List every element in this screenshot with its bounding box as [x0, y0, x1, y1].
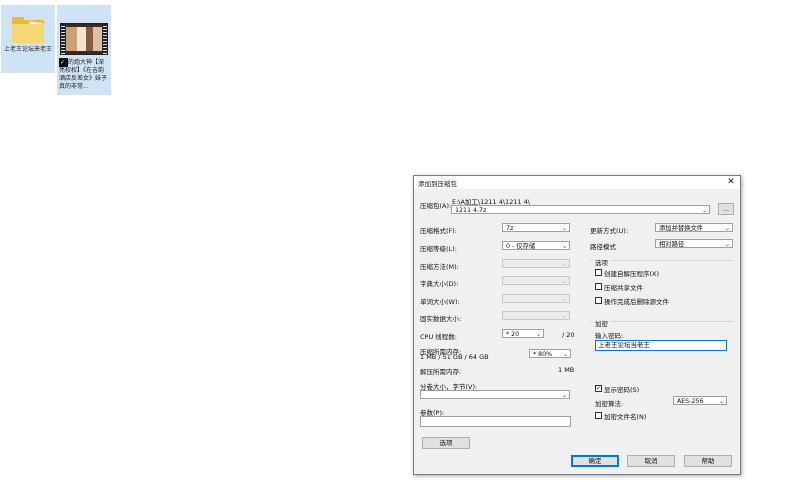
help-button[interactable]: 帮助	[684, 455, 732, 467]
chevron-down-icon: ⌄	[561, 392, 567, 399]
delete-after-checkbox[interactable]	[595, 297, 602, 304]
browse-button[interactable]: ...	[718, 203, 734, 215]
folder-icon	[12, 17, 44, 43]
encrypt-names-label: 加密文件名(N)	[604, 413, 647, 421]
level-select[interactable]: 0 - 仅存储 ⌄	[502, 241, 570, 250]
decomp-value: 1 MB	[558, 366, 575, 374]
encrypt-group-label: 加密	[593, 318, 610, 328]
format-select[interactable]: 7z ⌄	[502, 223, 570, 232]
split-select[interactable]: ⌄	[420, 390, 570, 399]
shared-label: 压缩共享文件	[604, 284, 643, 292]
chevron-down-icon: ⌄	[561, 225, 567, 232]
chevron-down-icon: ⌄	[561, 261, 567, 268]
add-to-archive-dialog: 添加到压缩包 ✕ 压缩包(A): E:\A加工\1211 4\1211 4\ 1…	[413, 175, 741, 475]
algo-value: AES-256	[677, 398, 704, 405]
cancel-button[interactable]: 取消	[627, 455, 675, 467]
chevron-down-icon: ⌄	[561, 313, 567, 320]
decomp-label: 解压所需内存:	[420, 368, 462, 376]
options-group-line	[590, 260, 734, 261]
solid-label: 固实数据大小:	[420, 315, 462, 323]
method-select[interactable]: ⌄	[502, 259, 570, 268]
password-input[interactable]: 上老王论坛当老王	[595, 340, 727, 351]
ok-button[interactable]: 确定	[571, 455, 619, 467]
archive-name-combo[interactable]: 1211 4.7z ⌄	[451, 205, 710, 214]
dialog-title: 添加到压缩包	[418, 180, 457, 188]
encrypt-group-line	[590, 321, 734, 322]
password-label: 输入密码:	[595, 332, 624, 340]
path-mode-label: 路径模式	[590, 243, 616, 251]
folder-label: 上老王论坛来老王	[3, 46, 52, 53]
show-password-checkbox[interactable]: ✓	[595, 385, 602, 392]
word-label: 单词大小(W):	[420, 298, 460, 306]
cpu-value: * 20	[506, 331, 520, 338]
archive-label: 压缩包(A):	[420, 202, 452, 210]
chevron-down-icon: ⌄	[561, 278, 567, 285]
chevron-down-icon: ⌄	[701, 207, 707, 214]
params-input[interactable]	[420, 416, 571, 427]
format-label: 压缩格式(F):	[420, 227, 458, 235]
chevron-down-icon: ⌄	[724, 225, 730, 232]
level-label: 压缩等级(L):	[420, 245, 457, 253]
level-value: 0 - 仅存储	[506, 243, 536, 250]
path-mode-select[interactable]: 相对路径 ⌄	[655, 239, 733, 248]
options-button[interactable]: 选项	[422, 437, 470, 449]
dict-label: 字典大小(D):	[420, 280, 459, 288]
shared-checkbox[interactable]	[595, 283, 602, 290]
sfx-checkbox[interactable]	[595, 269, 602, 276]
checkbox-icon[interactable]: ✓	[59, 58, 68, 67]
chevron-down-icon: ⌄	[561, 243, 567, 250]
update-select[interactable]: 添加并替换文件 ⌄	[655, 223, 733, 232]
mem-detail: 1 MB / 51 GB / 64 GB	[420, 353, 489, 361]
chevron-down-icon: ⌄	[562, 351, 568, 358]
show-password-label: 显示密码(S)	[604, 386, 640, 394]
cpu-max: / 20	[562, 331, 575, 339]
folder-desktop-icon[interactable]: 上老王论坛来老王	[1, 5, 55, 73]
dict-select[interactable]: ⌄	[502, 276, 570, 285]
solid-select[interactable]: ⌄	[502, 311, 570, 320]
cpu-label: CPU 线程数:	[420, 333, 457, 341]
sfx-label: 创建自解压程序(X)	[604, 270, 660, 278]
chevron-down-icon: ⌄	[535, 331, 541, 338]
title-bar[interactable]: 添加到压缩包 ✕	[414, 176, 740, 189]
mem-select[interactable]: * 80% ⌄	[529, 349, 571, 358]
chevron-down-icon: ⌄	[718, 398, 724, 405]
cpu-select[interactable]: * 20 ⌄	[502, 329, 544, 338]
archive-name: 1211 4.7z	[455, 207, 487, 214]
algo-label: 加密算法:	[595, 400, 624, 408]
encrypt-names-checkbox[interactable]	[595, 412, 602, 419]
method-label: 压缩方法(M):	[420, 263, 459, 271]
video-desktop-icon[interactable]: ✓ 的炮大神【深亮权权】《在吉韵酒店反差女》妹子真的非常...	[57, 5, 111, 95]
chevron-down-icon: ⌄	[724, 241, 730, 248]
options-group-label: 选项	[593, 257, 610, 267]
algo-select[interactable]: AES-256 ⌄	[673, 396, 727, 405]
format-value: 7z	[506, 225, 514, 232]
update-label: 更新方式(U):	[590, 227, 629, 235]
update-value: 添加并替换文件	[659, 225, 704, 232]
path-mode-value: 相对路径	[659, 241, 685, 248]
close-icon[interactable]: ✕	[725, 176, 737, 189]
mem-value: * 80%	[533, 351, 553, 358]
video-thumbnail-icon	[60, 23, 108, 55]
password-value: 上老王论坛当老王	[598, 341, 650, 349]
delete-after-label: 操作完成后删除源文件	[604, 298, 669, 306]
chevron-down-icon: ⌄	[561, 296, 567, 303]
word-select[interactable]: ⌄	[502, 294, 570, 303]
